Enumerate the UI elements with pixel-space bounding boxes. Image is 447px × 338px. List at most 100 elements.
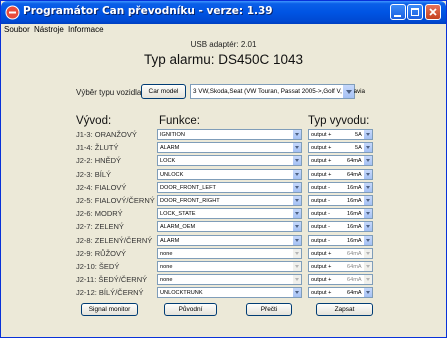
output-type-value: output + — [311, 264, 332, 270]
dropdown-button[interactable] — [292, 183, 301, 192]
current-limit-value: 5A — [355, 145, 362, 151]
function-value: DOOR_FRONT_LEFT — [160, 185, 216, 191]
chevron-down-icon — [366, 159, 370, 162]
dropdown-button[interactable] — [292, 156, 301, 165]
function-select[interactable]: LOCK — [157, 155, 302, 166]
function-select[interactable]: UNLOCK — [157, 169, 302, 180]
function-select[interactable]: none — [157, 248, 302, 259]
dropdown-button[interactable] — [363, 222, 372, 231]
output-type-value: output + — [311, 277, 332, 283]
function-select[interactable]: DOOR_FRONT_LEFT — [157, 182, 302, 193]
chevron-down-icon — [295, 278, 299, 281]
output-label: J2-10: ŠEDÝ — [76, 262, 120, 271]
dropdown-button[interactable] — [342, 85, 354, 98]
signal-monitor-button[interactable]: Signal monitor — [81, 303, 138, 316]
write-button[interactable]: Zapsat — [316, 303, 373, 316]
chevron-down-icon — [366, 291, 370, 294]
output-type-select[interactable]: output + 64mA — [308, 261, 373, 272]
original-button[interactable]: Původní — [164, 303, 217, 316]
dropdown-button[interactable] — [363, 262, 372, 271]
menu-bar: Soubor Nástroje Informace — [1, 24, 446, 35]
output-type-select[interactable]: output + 64mA — [308, 155, 373, 166]
dropdown-button[interactable] — [363, 156, 372, 165]
output-type-select[interactable]: output - 16mA — [308, 221, 373, 232]
output-type-value: output + — [311, 172, 332, 178]
output-label: J2-8: ZELENÝ/ČERNÝ — [76, 236, 153, 245]
dropdown-button[interactable] — [363, 275, 372, 284]
dropdown-button[interactable] — [363, 236, 372, 245]
dropdown-button[interactable] — [363, 249, 372, 258]
current-limit-value: 64mA — [347, 251, 362, 257]
function-select[interactable]: UNLOCKTRUNK — [157, 287, 302, 298]
output-type-select[interactable]: output + 5A — [308, 142, 373, 153]
menu-informace[interactable]: Informace — [68, 24, 104, 35]
chevron-down-icon — [366, 186, 370, 189]
function-select[interactable]: ALARM_OEM — [157, 221, 302, 232]
close-button[interactable] — [425, 4, 441, 20]
function-select[interactable]: ALARM — [157, 142, 302, 153]
dropdown-button[interactable] — [292, 249, 301, 258]
dropdown-button[interactable] — [363, 143, 372, 152]
function-value: UNLOCKTRUNK — [160, 290, 203, 296]
dropdown-button[interactable] — [363, 196, 372, 205]
function-select[interactable]: none — [157, 261, 302, 272]
function-select[interactable]: IGNITION — [157, 129, 302, 140]
vehicle-type-select[interactable]: 3 VW,Skoda,Seat (VW Touran, Passat 2005-… — [190, 84, 365, 99]
chevron-down-icon — [295, 173, 299, 176]
current-limit-value: 64mA — [347, 290, 362, 296]
chevron-down-icon — [366, 225, 370, 228]
output-type-value: output + — [311, 145, 332, 151]
dropdown-button[interactable] — [292, 170, 301, 179]
chevron-down-icon — [295, 291, 299, 294]
chevron-down-icon — [295, 133, 299, 136]
read-button[interactable]: Přečti — [246, 303, 292, 316]
dropdown-button[interactable] — [292, 143, 301, 152]
dropdown-button[interactable] — [363, 183, 372, 192]
dropdown-button[interactable] — [292, 262, 301, 271]
output-type-select[interactable]: output + 5A — [308, 129, 373, 140]
dropdown-button[interactable] — [292, 275, 301, 284]
function-select[interactable]: LOCK_STATE — [157, 208, 302, 219]
column-header-output: Vývod: — [76, 115, 112, 127]
maximize-button[interactable] — [407, 4, 423, 20]
output-type-select[interactable]: output + 64mA — [308, 248, 373, 259]
output-type-select[interactable]: output - 16mA — [308, 182, 373, 193]
title-bar[interactable]: Programátor Can převodníku - verze: 1.39 — [1, 1, 446, 24]
dropdown-button[interactable] — [363, 130, 372, 139]
chevron-down-icon — [295, 265, 299, 268]
minimize-icon — [394, 15, 401, 17]
dropdown-button[interactable] — [292, 236, 301, 245]
output-label: J2-12: BÍLÝ/ČERNÝ — [76, 288, 144, 297]
dropdown-button[interactable] — [363, 209, 372, 218]
output-type-select[interactable]: output + 64mA — [308, 274, 373, 285]
car-model-button[interactable]: Car model — [141, 84, 186, 99]
output-type-select[interactable]: output - 16mA — [308, 235, 373, 246]
function-value: DOOR_FRONT_RIGHT — [160, 198, 220, 204]
output-type-value: output - — [311, 224, 330, 230]
function-select[interactable]: DOOR_FRONT_RIGHT — [157, 195, 302, 206]
dropdown-button[interactable] — [292, 288, 301, 297]
minimize-button[interactable] — [390, 4, 406, 20]
dropdown-button[interactable] — [363, 170, 372, 179]
dropdown-button[interactable] — [292, 130, 301, 139]
output-type-select[interactable]: output - 16mA — [308, 195, 373, 206]
current-limit-value: 16mA — [347, 198, 362, 204]
function-value: LOCK — [160, 158, 176, 164]
function-select[interactable]: none — [157, 274, 302, 285]
function-select[interactable]: ALARM — [157, 235, 302, 246]
menu-soubor[interactable]: Soubor — [4, 24, 30, 35]
output-type-value: output - — [311, 211, 330, 217]
output-label: J2-6: MODRÝ — [76, 209, 123, 218]
dropdown-button[interactable] — [292, 196, 301, 205]
chevron-down-icon — [346, 90, 352, 94]
output-type-value: output - — [311, 198, 330, 204]
dropdown-button[interactable] — [292, 209, 301, 218]
menu-nastroje[interactable]: Nástroje — [34, 24, 64, 35]
column-header-function: Funkce: — [159, 115, 200, 127]
output-type-select[interactable]: output + 64mA — [308, 169, 373, 180]
output-type-select[interactable]: output + 64mA — [308, 287, 373, 298]
current-limit-value: 16mA — [347, 238, 362, 244]
dropdown-button[interactable] — [292, 222, 301, 231]
output-type-select[interactable]: output - 16mA — [308, 208, 373, 219]
dropdown-button[interactable] — [363, 288, 372, 297]
